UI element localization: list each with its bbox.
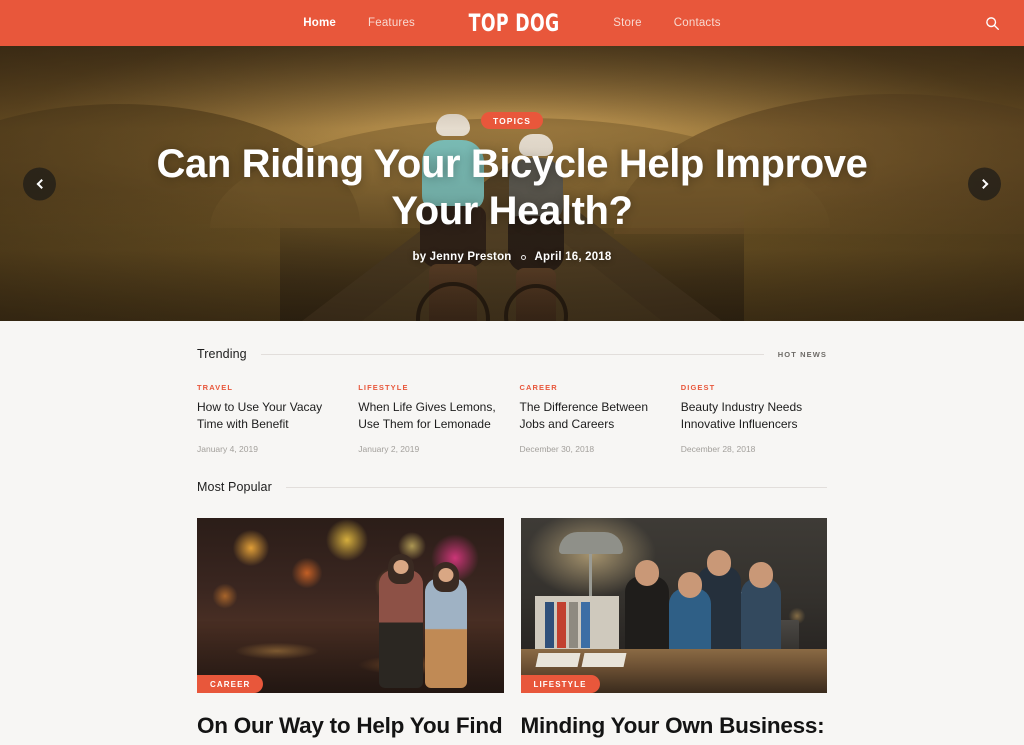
main-content: Trending HOT NEWS TRAVEL How to Use Your… (197, 321, 827, 745)
person-head (433, 562, 459, 593)
trending-list: TRAVEL How to Use Your Vacay Time with B… (197, 383, 827, 454)
trending-category[interactable]: CAREER (520, 383, 666, 392)
paper-stack (581, 653, 626, 668)
most-popular-list: CAREER On Our Way to Help You Find the W… (197, 518, 827, 745)
main-navigation: Home Features TOP DOG Store Contacts (287, 9, 736, 37)
article-title[interactable]: Minding Your Own Business: Do What You L… (521, 712, 828, 745)
trending-date: December 30, 2018 (519, 444, 595, 455)
list-item[interactable]: LIFESTYLE When Life Gives Lemons, Use Th… (358, 383, 504, 454)
person-figure (379, 554, 423, 689)
nav-item-contacts[interactable]: Contacts (658, 17, 737, 29)
trending-date: December 28, 2018 (680, 444, 756, 455)
article-title[interactable]: On Our Way to Help You Find the Way and … (197, 712, 504, 745)
article-card[interactable]: CAREER On Our Way to Help You Find the W… (197, 518, 504, 745)
nav-item-store[interactable]: Store (597, 17, 658, 29)
chevron-right-icon (978, 178, 988, 189)
section-divider (285, 486, 827, 488)
hero-title[interactable]: Can Riding Your Bicycle Help Improve You… (132, 141, 892, 235)
article-thumbnail[interactable]: CAREER (197, 518, 504, 694)
hero-meta: by Jenny Preston April 16, 2018 (412, 251, 611, 263)
chevron-left-icon (36, 178, 46, 189)
trending-category[interactable]: LIFESTYLE (358, 383, 504, 392)
desk-lamp-icon (558, 532, 623, 555)
person-head (388, 554, 414, 585)
hero-next-button[interactable] (968, 167, 1001, 200)
nav-item-features[interactable]: Features (352, 17, 431, 29)
trending-title: Trending (197, 347, 247, 361)
article-category-badge[interactable]: CAREER (197, 675, 264, 694)
list-item[interactable]: TRAVEL How to Use Your Vacay Time with B… (197, 383, 343, 454)
article-thumbnail[interactable]: LIFESTYLE (520, 518, 827, 694)
meta-separator-dot-icon (520, 254, 526, 260)
list-item[interactable]: DIGEST Beauty Industry Needs Innovative … (681, 383, 827, 454)
trending-date: January 4, 2019 (197, 444, 258, 455)
hero-prev-button[interactable] (23, 167, 56, 200)
most-popular-title: Most Popular (197, 480, 272, 495)
hero-author[interactable]: by Jenny Preston (412, 251, 511, 263)
list-item[interactable]: CAREER The Difference Between Jobs and C… (520, 383, 666, 454)
trending-section-header: Trending HOT NEWS (197, 321, 827, 361)
person-head (748, 562, 773, 589)
trending-title-text[interactable]: Beauty Industry Needs Innovative Influen… (681, 399, 827, 433)
binder (568, 602, 578, 649)
person-head (677, 572, 702, 599)
person-head (706, 550, 731, 577)
person-head (634, 560, 659, 587)
section-divider (260, 353, 764, 355)
trending-category[interactable]: DIGEST (681, 383, 827, 392)
search-icon[interactable] (982, 13, 1002, 33)
binder (580, 602, 590, 649)
hero-date: April 16, 2018 (534, 251, 612, 264)
paper-stack (535, 653, 580, 668)
site-header: Home Features TOP DOG Store Contacts (0, 0, 1024, 46)
person-figure (425, 562, 467, 689)
person-figure (740, 562, 781, 655)
nav-item-home[interactable]: Home (287, 17, 352, 29)
trending-title-text[interactable]: The Difference Between Jobs and Careers (520, 399, 666, 433)
binder (556, 602, 566, 649)
binder (544, 602, 554, 649)
hero-content: TOPICS Can Riding Your Bicycle Help Impr… (0, 46, 1024, 321)
trending-date: January 2, 2019 (358, 444, 420, 455)
trending-title-text[interactable]: How to Use Your Vacay Time with Benefit (197, 399, 343, 433)
hot-news-label: HOT NEWS (777, 349, 827, 359)
hero-slider: TOPICS Can Riding Your Bicycle Help Impr… (0, 46, 1024, 321)
most-popular-section-header: Most Popular (197, 454, 827, 494)
trending-title-text[interactable]: When Life Gives Lemons, Use Them for Lem… (358, 399, 504, 433)
article-card[interactable]: LIFESTYLE Minding Your Own Business: Do … (520, 518, 828, 745)
trending-category[interactable]: TRAVEL (197, 383, 343, 392)
hero-topic-badge[interactable]: TOPICS (480, 111, 544, 129)
site-logo[interactable]: TOP DOG (454, 9, 574, 37)
article-category-badge[interactable]: LIFESTYLE (520, 675, 600, 694)
